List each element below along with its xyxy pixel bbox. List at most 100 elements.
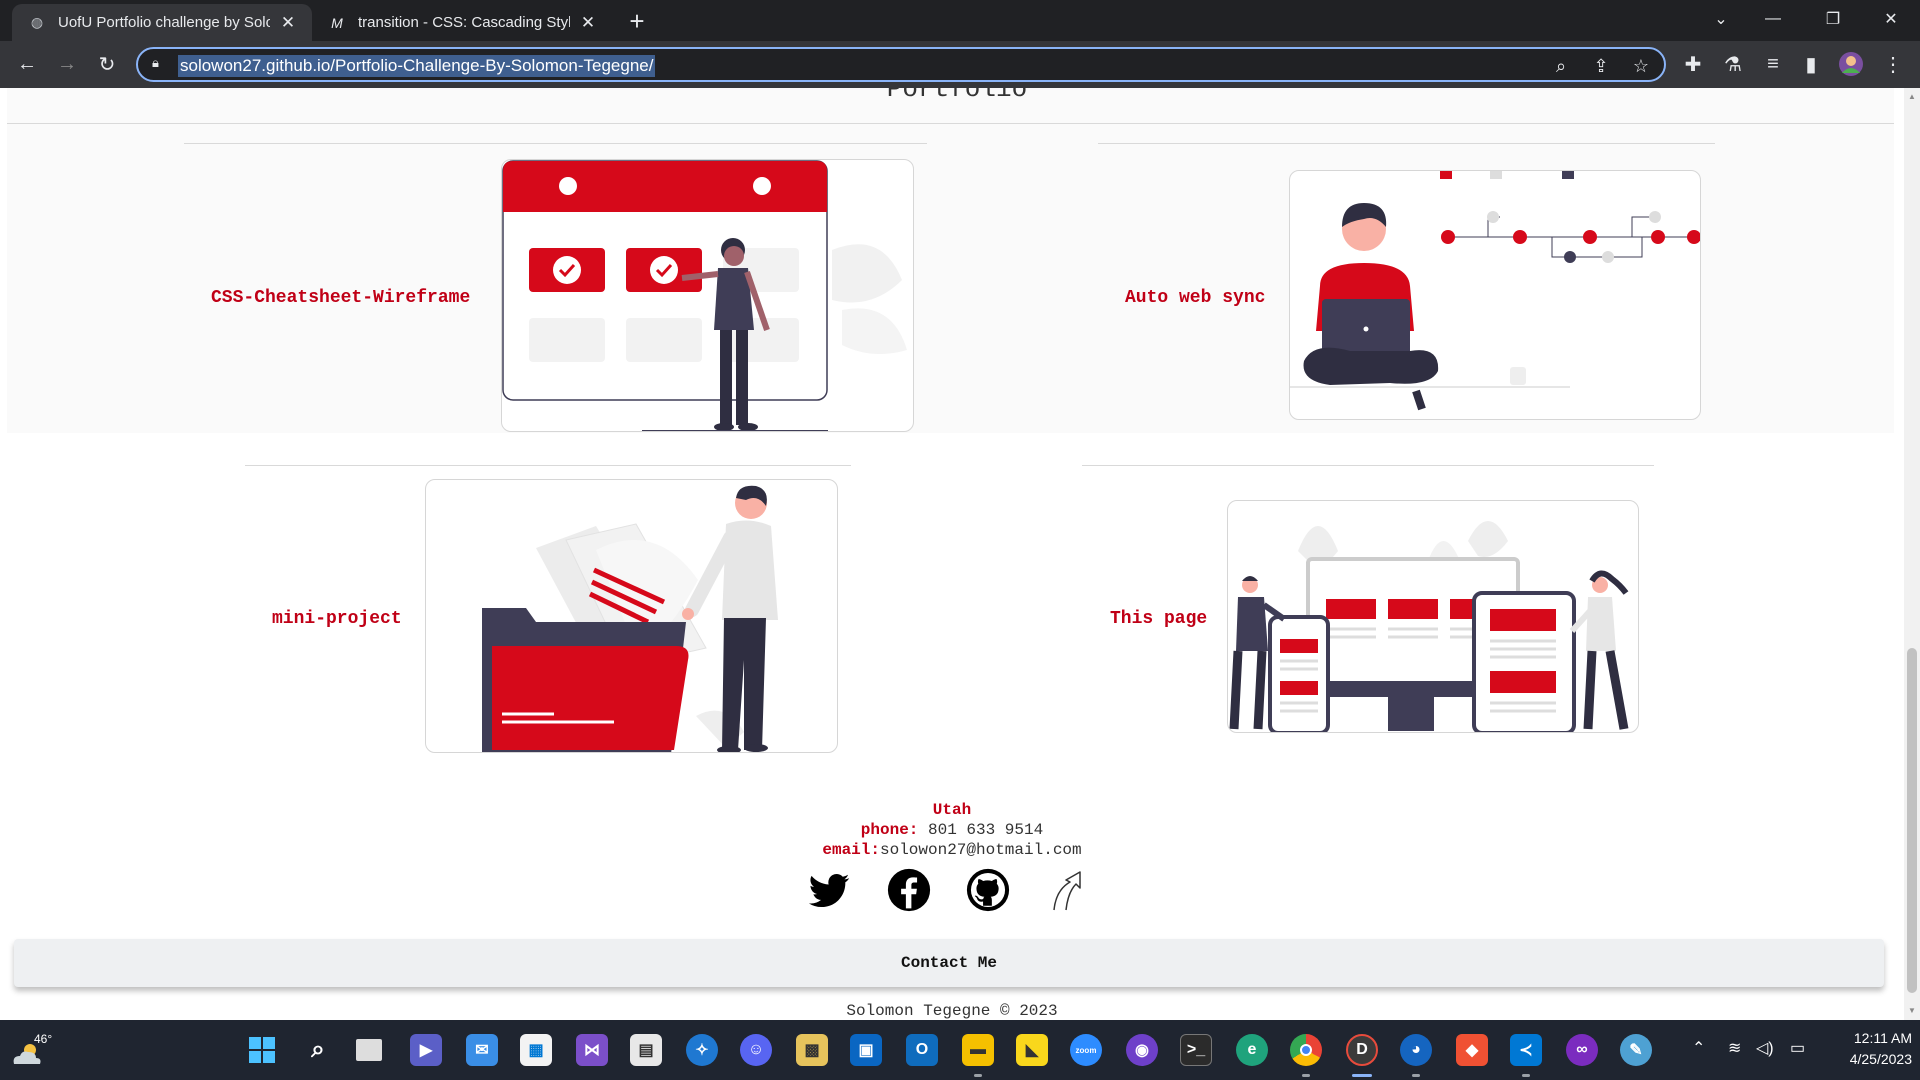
menu-kebab-icon[interactable]: ⋮ (1878, 49, 1908, 79)
divider (245, 465, 851, 466)
paint-icon[interactable]: ✎ (1620, 1034, 1652, 1066)
safari-compass-icon[interactable]: ✧ (686, 1034, 718, 1066)
divider (184, 143, 927, 144)
project-link-mini-project[interactable]: mini-project (272, 609, 402, 629)
side-panel-icon[interactable]: ▮ (1796, 49, 1826, 79)
phone-number: 801 633 9514 (918, 821, 1044, 839)
facebook-icon[interactable] (887, 868, 935, 916)
running-indicator (1302, 1074, 1310, 1077)
project-link-auto-web-sync[interactable]: Auto web sync (1125, 288, 1265, 308)
project-link-css-cheatsheet[interactable]: CSS-Cheatsheet-Wireframe (211, 288, 470, 308)
chrome-icon[interactable] (1290, 1034, 1322, 1066)
divider (7, 123, 1894, 124)
date-text: 4/25/2023 (1849, 1051, 1912, 1067)
vscode-icon[interactable]: ≺ (1510, 1034, 1542, 1066)
github-desktop-icon[interactable]: ◉ (1126, 1034, 1158, 1066)
mdn-icon: M (331, 14, 343, 31)
contact-info: Utah phone: 801 633 9514 email:solowon27… (0, 800, 1904, 860)
chrome-dev-icon[interactable]: D (1346, 1034, 1378, 1066)
visual-studio-icon[interactable]: ⋈ (576, 1034, 608, 1066)
outlook-icon[interactable]: O (906, 1034, 938, 1066)
divider (1098, 143, 1715, 144)
browser-toolbar: ← → ↻ 🔒︎ solowon27.github.io/Portfolio-C… (0, 41, 1920, 88)
reload-icon[interactable]: ↻ (92, 49, 122, 79)
insomnia-icon[interactable]: ∞ (1566, 1034, 1598, 1066)
edge-icon[interactable]: e (1236, 1034, 1268, 1066)
restore-button[interactable]: ❐ (1806, 0, 1860, 38)
address-bar[interactable]: 🔒︎ solowon27.github.io/Portfolio-Challen… (136, 47, 1666, 82)
project-link-this-page[interactable]: This page (1110, 609, 1207, 629)
scroll-up-icon[interactable]: ▲ (1907, 92, 1917, 102)
extensions-icon[interactable]: ✚ (1678, 49, 1708, 79)
lock-icon: 🔒︎ (152, 55, 159, 70)
git-icon[interactable]: ◆ (1456, 1034, 1488, 1066)
battery-icon[interactable]: ▭ (1790, 1038, 1805, 1058)
back-icon[interactable]: ← (12, 49, 42, 79)
tab-strip: ◍ UofU Portfolio challenge by Solomon ✕ … (0, 0, 1920, 41)
mail-icon[interactable]: ✉ (466, 1034, 498, 1066)
page-viewport: Portfolio CSS-Cheatsheet-Wireframe Auto … (0, 88, 1904, 1020)
store-icon[interactable]: ▦ (520, 1034, 552, 1066)
bookmark-star-icon[interactable]: ☆ (1629, 54, 1653, 78)
phone-label: phone: (860, 821, 919, 839)
labs-flask-icon[interactable]: ⚗ (1718, 49, 1748, 79)
volume-icon[interactable]: ◁) (1756, 1038, 1774, 1058)
arrow-up-icon[interactable] (1046, 868, 1094, 916)
project-image-devices[interactable] (1227, 500, 1639, 733)
tab-transition[interactable]: M transition - CSS: Cascading Style Shee… (312, 4, 612, 41)
profile-avatar[interactable] (1836, 49, 1866, 79)
terminal-icon[interactable]: >_ (1180, 1034, 1212, 1066)
zoom-icon[interactable]: zoom (1070, 1034, 1102, 1066)
twitter-icon[interactable] (807, 868, 855, 916)
task-view-icon[interactable] (356, 1039, 382, 1061)
share-icon[interactable]: ⇪ (1589, 54, 1613, 78)
divider (1082, 465, 1654, 466)
project-image-web-sync[interactable] (1289, 170, 1701, 420)
windows-taskbar: 46° ⌕ ▶ ✉ ▦ ⋈ ▤ ✧ ☺ ▩ ▣ O ▬ ◣ zoom ◉ >_ … (0, 1020, 1920, 1080)
weather-widget[interactable]: 46° (10, 1032, 56, 1068)
notepad-icon[interactable]: ▤ (630, 1034, 662, 1066)
tab-title: UofU Portfolio challenge by Solomon (58, 14, 270, 31)
running-indicator (974, 1074, 982, 1077)
email-address[interactable]: solowon27@hotmail.com (880, 841, 1082, 859)
chevron-up-icon[interactable]: ⌃ (1692, 1038, 1705, 1058)
close-tab-icon[interactable]: ✕ (278, 13, 298, 33)
tab-portfolio[interactable]: ◍ UofU Portfolio challenge by Solomon ✕ (12, 4, 312, 41)
wifi-icon[interactable]: ≋ (1728, 1038, 1741, 1058)
start-icon[interactable] (246, 1034, 278, 1066)
photos-app-icon[interactable]: ▩ (796, 1034, 828, 1066)
minimize-button[interactable]: — (1746, 0, 1800, 38)
close-window-button[interactable]: ✕ (1864, 0, 1918, 38)
file-explorer-icon[interactable]: ▬ (962, 1034, 994, 1066)
social-links (0, 868, 1904, 916)
github-icon[interactable] (966, 868, 1014, 916)
running-indicator (1522, 1074, 1530, 1077)
contact-me-button[interactable]: Contact Me (14, 939, 1884, 987)
url-text[interactable]: solowon27.github.io/Portfolio-Challenge-… (178, 55, 656, 77)
discord-icon[interactable]: ☺ (740, 1034, 772, 1066)
time-text: 12:11 AM (1853, 1030, 1912, 1046)
zoom-icon[interactable]: ⌕ (1549, 54, 1573, 78)
running-indicator (1412, 1074, 1420, 1077)
active-indicator (1352, 1074, 1372, 1077)
project-image-folder[interactable] (425, 479, 838, 753)
project-image-calendar[interactable] (501, 159, 914, 432)
new-tab-button[interactable]: + (622, 7, 652, 37)
scroll-down-icon[interactable]: ▼ (1907, 1006, 1917, 1016)
search-icon[interactable]: ⌕ (302, 1034, 334, 1066)
tab-search-icon[interactable]: ⌄ (1694, 0, 1748, 38)
email-label: email: (822, 841, 880, 859)
location-text: Utah (932, 801, 972, 819)
temperature-text: 46° (34, 1032, 53, 1046)
firefox-icon[interactable]: ◕ (1400, 1034, 1432, 1066)
media-control-icon[interactable]: ≡ (1758, 49, 1788, 79)
close-tab-icon[interactable]: ✕ (578, 13, 598, 33)
clock[interactable]: 12:11 AM 4/25/2023 (1822, 1028, 1912, 1070)
sticky-notes-icon[interactable]: ◣ (1016, 1034, 1048, 1066)
news-app-icon[interactable]: ▣ (850, 1034, 882, 1066)
copyright-text: Solomon Tegegne © 2023 (846, 1002, 1058, 1020)
scrollbar-thumb[interactable] (1907, 648, 1917, 993)
vertical-scrollbar[interactable]: ▲ ▼ (1904, 88, 1920, 1020)
forward-icon[interactable]: → (52, 49, 82, 79)
teams-chat-icon[interactable]: ▶ (410, 1034, 442, 1066)
